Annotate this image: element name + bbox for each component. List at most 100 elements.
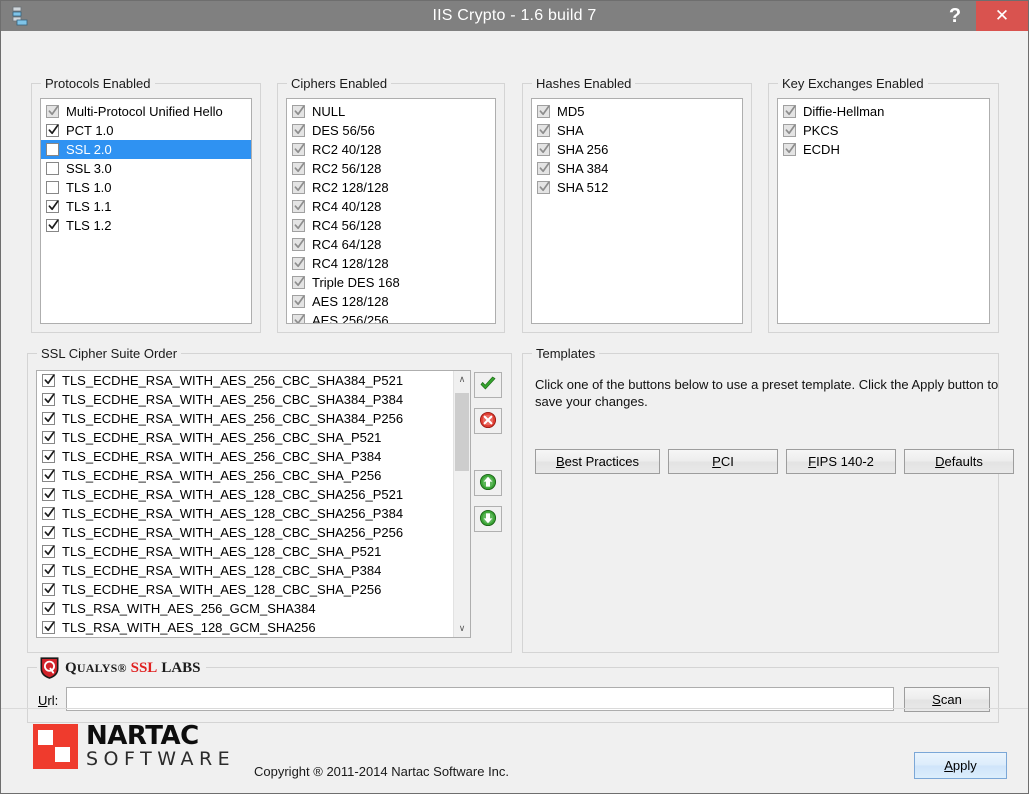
- checkbox[interactable]: [46, 200, 59, 213]
- defaults-button[interactable]: Defaults: [904, 449, 1014, 474]
- list-item[interactable]: ECDH: [778, 140, 989, 159]
- list-item[interactable]: MD5: [532, 102, 742, 121]
- best-practices-button[interactable]: Best Practices: [535, 449, 660, 474]
- list-item[interactable]: AES 256/256: [287, 311, 495, 323]
- scroll-down-icon[interactable]: ∨: [454, 620, 470, 637]
- checkbox[interactable]: [42, 412, 55, 425]
- ciphers-listbox[interactable]: NULL DES 56/56 RC2 40/128 RC2 56/128 RC2 128…: [286, 98, 496, 324]
- checkbox[interactable]: [42, 526, 55, 539]
- list-item[interactable]: TLS_ECDHE_RSA_WITH_AES_128_CBC_SHA256_P2…: [37, 523, 453, 542]
- list-item[interactable]: SSL 3.0: [41, 159, 251, 178]
- list-item[interactable]: TLS_RSA_WITH_AES_128_GCM_SHA256: [37, 618, 453, 637]
- list-item[interactable]: Diffie-Hellman: [778, 102, 989, 121]
- list-item[interactable]: TLS 1.0: [41, 178, 251, 197]
- checkbox[interactable]: [46, 162, 59, 175]
- list-item[interactable]: TLS_ECDHE_RSA_WITH_AES_128_CBC_SHA_P521: [37, 542, 453, 561]
- list-item[interactable]: SSL 2.0: [41, 140, 251, 159]
- checkmark-icon: [294, 237, 305, 250]
- checkbox: [292, 314, 305, 323]
- nartac-mark-icon: [33, 723, 78, 769]
- checkbox[interactable]: [46, 124, 59, 137]
- hashes-group: Hashes Enabled MD5 SHA SHA 256 SHA 384 SHA 5…: [522, 76, 752, 333]
- apply-button[interactable]: Apply: [914, 752, 1007, 779]
- checkmark-icon: [44, 392, 55, 405]
- list-item[interactable]: TLS_ECDHE_RSA_WITH_AES_256_CBC_SHA384_P5…: [37, 371, 453, 390]
- list-item-label: TLS_ECDHE_RSA_WITH_AES_128_CBC_SHA256_P5…: [62, 487, 404, 502]
- list-item[interactable]: AES 128/128: [287, 292, 495, 311]
- list-item[interactable]: SHA 512: [532, 178, 742, 197]
- checkbox[interactable]: [46, 219, 59, 232]
- ciphers-group-title: Ciphers Enabled: [287, 76, 392, 91]
- cipher-suite-scrollbar[interactable]: ∧ ∨: [453, 371, 470, 637]
- list-item[interactable]: Multi-Protocol Unified Hello: [41, 102, 251, 121]
- list-item[interactable]: RC4 56/128: [287, 216, 495, 235]
- list-item[interactable]: TLS_ECDHE_RSA_WITH_AES_256_CBC_SHA_P384: [37, 447, 453, 466]
- checkbox[interactable]: [42, 602, 55, 615]
- key-exchanges-listbox[interactable]: Diffie-Hellman PKCS ECDH: [777, 98, 990, 324]
- list-item-label: TLS_ECDHE_RSA_WITH_AES_256_CBC_SHA384_P5…: [62, 373, 404, 388]
- list-item[interactable]: SHA 384: [532, 159, 742, 178]
- checkbox[interactable]: [42, 621, 55, 634]
- ciphers-group: Ciphers Enabled NULL DES 56/56 RC2 40/128 R…: [277, 76, 505, 333]
- checkbox[interactable]: [42, 507, 55, 520]
- list-item[interactable]: TLS_ECDHE_RSA_WITH_AES_128_CBC_SHA_P384: [37, 561, 453, 580]
- hashes-listbox[interactable]: MD5 SHA SHA 256 SHA 384 SHA 512: [531, 98, 743, 324]
- list-item[interactable]: RC4 64/128: [287, 235, 495, 254]
- qualys-brand: QUALYS® SSL LABS: [37, 657, 206, 679]
- list-item[interactable]: RC4 128/128: [287, 254, 495, 273]
- list-item[interactable]: TLS_ECDHE_RSA_WITH_AES_128_CBC_SHA256_P3…: [37, 504, 453, 523]
- protocols-group-title: Protocols Enabled: [41, 76, 155, 91]
- checkbox[interactable]: [42, 393, 55, 406]
- list-item[interactable]: SHA: [532, 121, 742, 140]
- checkbox[interactable]: [42, 469, 55, 482]
- checkbox[interactable]: [46, 143, 59, 156]
- list-item[interactable]: RC2 56/128: [287, 159, 495, 178]
- list-item[interactable]: TLS_ECDHE_RSA_WITH_AES_128_CBC_SHA256_P5…: [37, 485, 453, 504]
- pci-button[interactable]: PCI: [668, 449, 778, 474]
- list-item[interactable]: Triple DES 168: [287, 273, 495, 292]
- checkmark-icon: [785, 123, 796, 136]
- scrollbar-thumb[interactable]: [455, 393, 469, 471]
- cipher-suite-listbox[interactable]: TLS_ECDHE_RSA_WITH_AES_256_CBC_SHA384_P5…: [36, 370, 471, 638]
- protocols-list: Multi-Protocol Unified Hello PCT 1.0 SSL 2…: [41, 99, 251, 235]
- protocols-group: Protocols Enabled Multi-Protocol Unified…: [31, 76, 261, 333]
- checkbox[interactable]: [42, 545, 55, 558]
- help-button[interactable]: ?: [934, 1, 976, 31]
- window-controls: ? ✕: [934, 1, 1028, 31]
- list-item[interactable]: TLS_ECDHE_RSA_WITH_AES_256_CBC_SHA384_P3…: [37, 390, 453, 409]
- ciphers-list: NULL DES 56/56 RC2 40/128 RC2 56/128 RC2 128…: [287, 99, 495, 323]
- uncheck-all-button[interactable]: [474, 408, 502, 434]
- list-item-label: TLS_ECDHE_RSA_WITH_AES_256_CBC_SHA384_P2…: [62, 411, 404, 426]
- move-up-button[interactable]: [474, 470, 502, 496]
- move-down-button[interactable]: [474, 506, 502, 532]
- list-item[interactable]: TLS_ECDHE_RSA_WITH_AES_128_CBC_SHA_P256: [37, 580, 453, 599]
- checkbox[interactable]: [42, 564, 55, 577]
- checkbox[interactable]: [42, 374, 55, 387]
- list-item[interactable]: RC2 40/128: [287, 140, 495, 159]
- fips-button[interactable]: FIPS 140-2: [786, 449, 896, 474]
- list-item[interactable]: PKCS: [778, 121, 989, 140]
- list-item[interactable]: SHA 256: [532, 140, 742, 159]
- list-item[interactable]: NULL: [287, 102, 495, 121]
- list-item[interactable]: TLS 1.2: [41, 216, 251, 235]
- list-item[interactable]: TLS_ECDHE_RSA_WITH_AES_256_CBC_SHA_P256: [37, 466, 453, 485]
- list-item-label: TLS 1.2: [66, 218, 112, 233]
- list-item[interactable]: RC4 40/128: [287, 197, 495, 216]
- checkbox[interactable]: [42, 450, 55, 463]
- list-item[interactable]: TLS_RSA_WITH_AES_256_GCM_SHA384: [37, 599, 453, 618]
- list-item[interactable]: TLS_ECDHE_RSA_WITH_AES_256_CBC_SHA_P521: [37, 428, 453, 447]
- checkbox[interactable]: [46, 181, 59, 194]
- list-item[interactable]: DES 56/56: [287, 121, 495, 140]
- checkbox[interactable]: [42, 431, 55, 444]
- close-button[interactable]: ✕: [976, 1, 1028, 31]
- list-item[interactable]: RC2 128/128: [287, 178, 495, 197]
- list-item[interactable]: PCT 1.0: [41, 121, 251, 140]
- protocols-listbox[interactable]: Multi-Protocol Unified Hello PCT 1.0 SSL 2…: [40, 98, 252, 324]
- list-item[interactable]: TLS_ECDHE_RSA_WITH_AES_256_CBC_SHA384_P2…: [37, 409, 453, 428]
- checkmark-icon: [44, 506, 55, 519]
- checkbox[interactable]: [42, 583, 55, 596]
- list-item[interactable]: TLS 1.1: [41, 197, 251, 216]
- check-all-button[interactable]: [474, 372, 502, 398]
- checkbox[interactable]: [42, 488, 55, 501]
- scroll-up-icon[interactable]: ∧: [454, 371, 470, 388]
